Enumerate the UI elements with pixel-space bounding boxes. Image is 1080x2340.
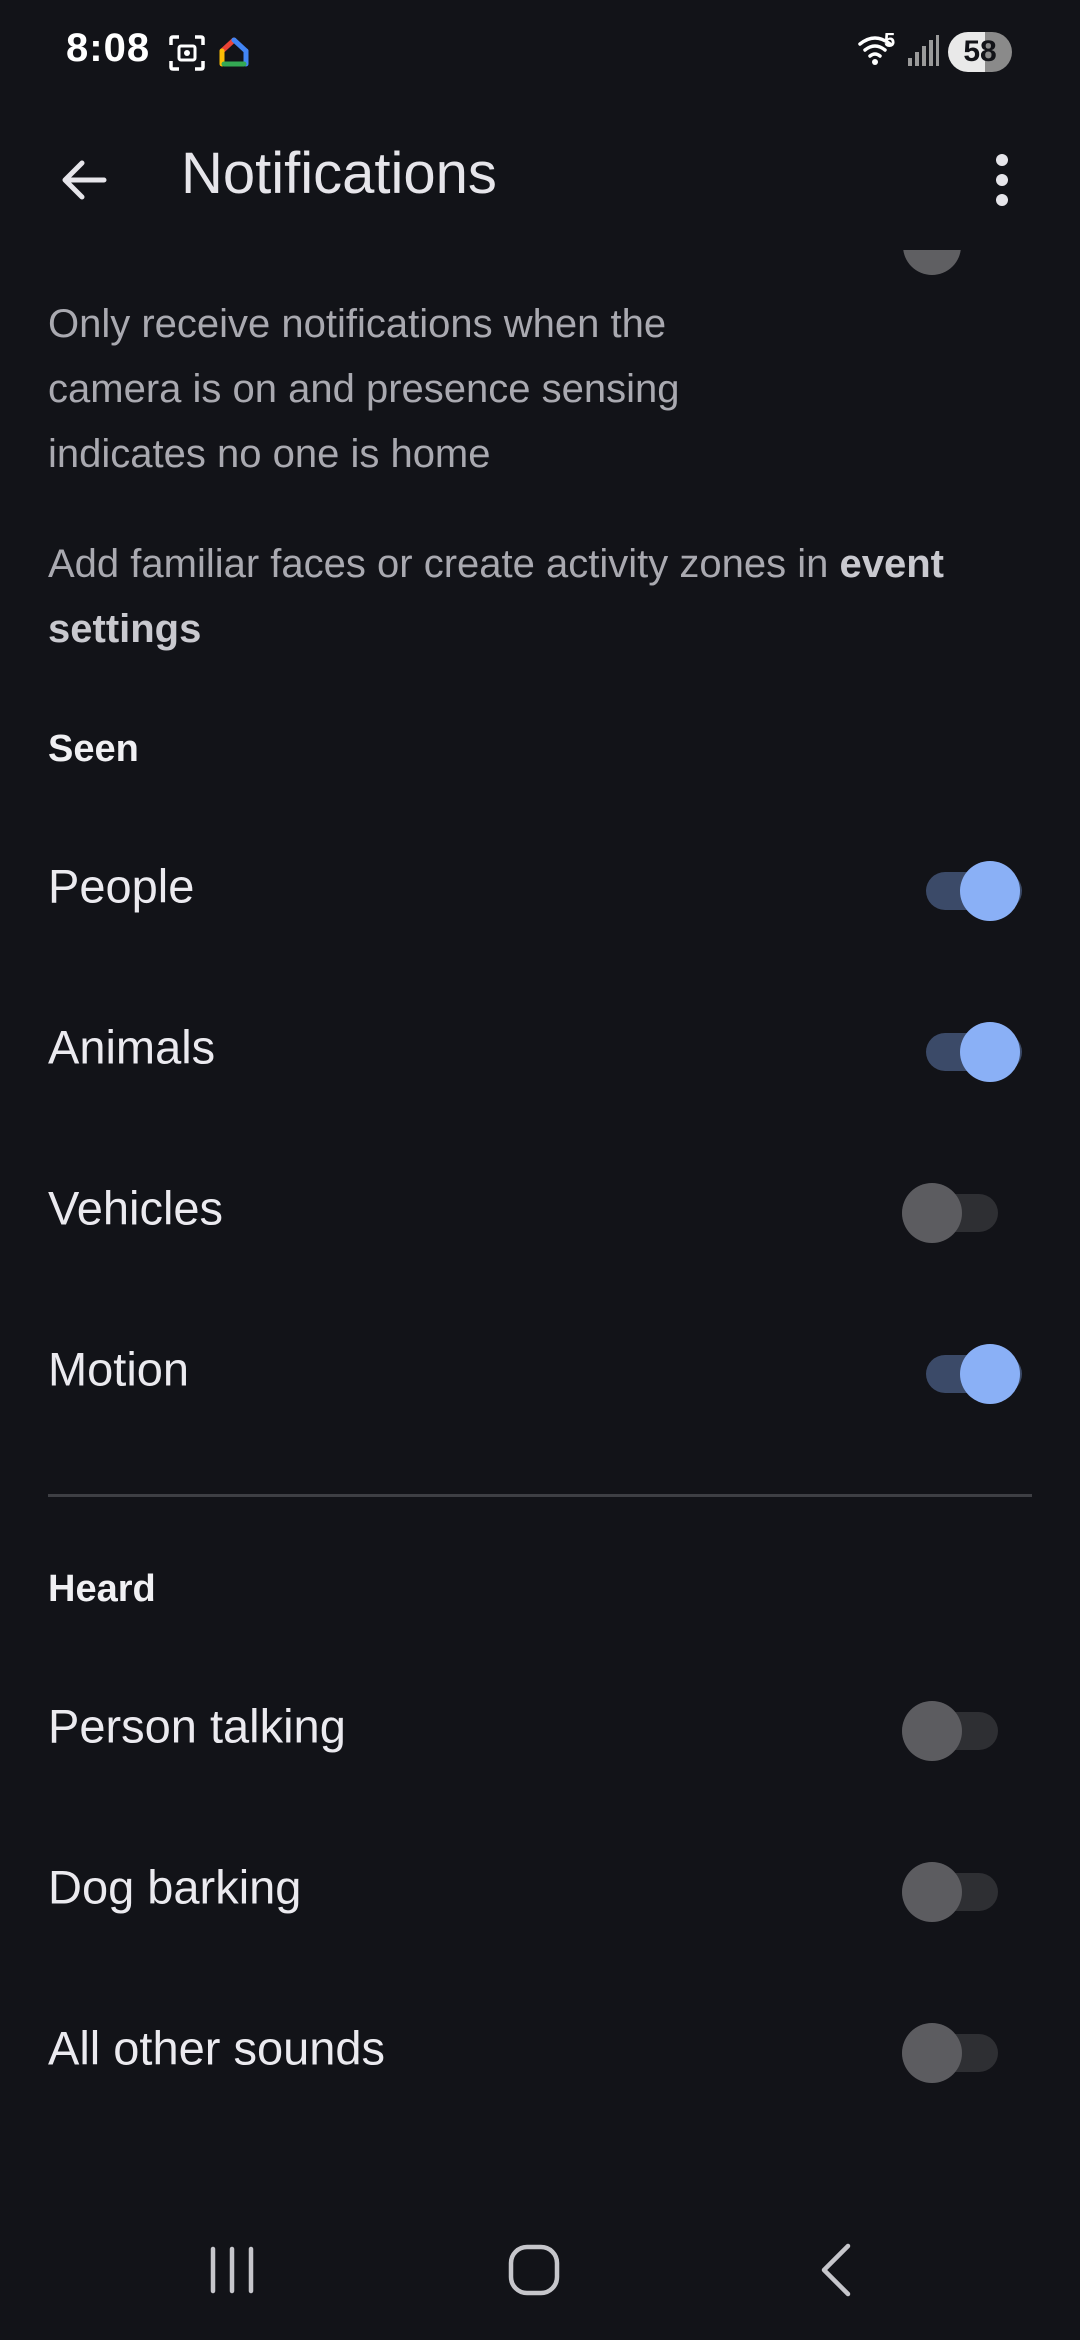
setting-label: Vehicles — [48, 1181, 224, 1235]
setting-label: Person talking — [48, 1699, 346, 1753]
setting-label: Motion — [48, 1342, 190, 1396]
setting-label: People — [48, 859, 195, 913]
hint-text: Add familiar faces or create activity zo… — [48, 542, 840, 586]
all-other-sounds-toggle[interactable] — [902, 2018, 1022, 2083]
nav-back-button[interactable] — [776, 2230, 896, 2310]
system-navigation-bar — [0, 2200, 1080, 2340]
more-vert-icon — [996, 154, 1008, 206]
google-home-icon — [216, 34, 252, 70]
section-divider — [48, 1494, 1032, 1497]
setting-row-people[interactable]: People — [0, 806, 1080, 966]
person-talking-toggle[interactable] — [902, 1696, 1022, 1761]
back-button[interactable] — [40, 136, 128, 224]
battery-indicator: 58 — [948, 32, 1012, 72]
dog-barking-toggle[interactable] — [902, 1857, 1022, 1922]
setting-label: Dog barking — [48, 1860, 302, 1914]
vehicles-toggle[interactable] — [902, 1178, 1022, 1243]
setting-label: All other sounds — [48, 2021, 386, 2075]
settings-list: Only receive notifications when the came… — [0, 250, 1080, 2200]
section-header-heard: Heard — [48, 1568, 156, 1610]
status-bar: 8:08 5 58 — [0, 0, 1080, 104]
setting-row-vehicles[interactable]: Vehicles — [0, 1128, 1080, 1288]
away-only-description: Only receive notifications when the came… — [48, 302, 680, 476]
status-time: 8:08 — [66, 26, 151, 70]
animals-toggle[interactable] — [902, 1017, 1022, 1082]
recent-apps-button[interactable] — [172, 2230, 292, 2310]
home-button[interactable] — [474, 2230, 594, 2310]
more-options-button[interactable] — [958, 136, 1046, 224]
setting-row-motion[interactable]: Motion — [0, 1289, 1080, 1449]
page-title: Notifications — [181, 141, 497, 206]
arrow-back-icon — [62, 160, 107, 200]
screenshot-icon — [168, 34, 206, 72]
people-toggle[interactable] — [902, 856, 1022, 921]
event-settings-hint: Add familiar faces or create activity zo… — [48, 532, 1038, 662]
wifi-icon — [858, 34, 902, 68]
app-bar: Notifications — [0, 104, 1080, 250]
away-only-toggle[interactable] — [903, 250, 961, 275]
recent-apps-icon — [210, 2246, 254, 2294]
motion-toggle[interactable] — [902, 1339, 1022, 1404]
setting-label: Animals — [48, 1020, 216, 1074]
setting-row-dog-barking[interactable]: Dog barking — [0, 1807, 1080, 1967]
section-header-seen: Seen — [48, 728, 139, 770]
setting-row-person-talking[interactable]: Person talking — [0, 1646, 1080, 1806]
setting-row-animals[interactable]: Animals — [0, 967, 1080, 1127]
chevron-left-icon — [821, 2243, 851, 2297]
wifi-generation-label: 5 — [884, 30, 896, 52]
setting-row-all-other-sounds[interactable]: All other sounds — [0, 1968, 1080, 2128]
signal-icon — [906, 34, 940, 68]
home-icon — [508, 2244, 560, 2296]
